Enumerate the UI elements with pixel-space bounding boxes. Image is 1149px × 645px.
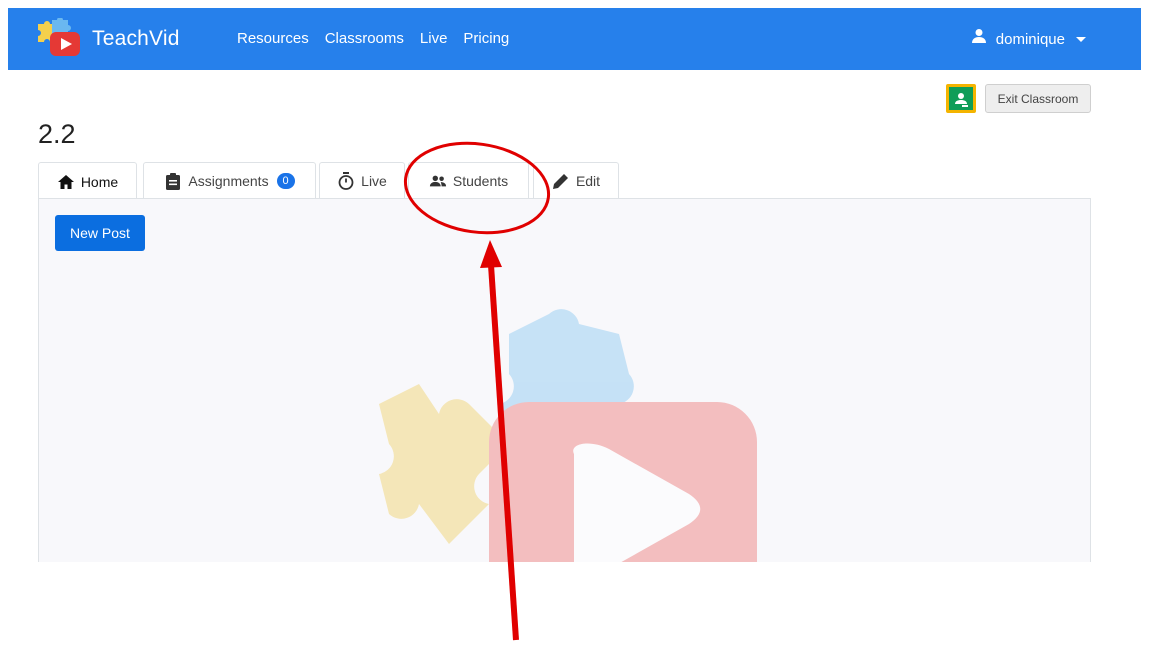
pencil-icon <box>552 172 570 190</box>
exit-classroom-button[interactable]: Exit Classroom <box>985 84 1091 113</box>
tab-label: Edit <box>575 173 601 189</box>
nav-live[interactable]: Live <box>420 28 448 50</box>
stopwatch-icon <box>337 172 355 190</box>
home-feed-panel: New Post <box>38 198 1091 562</box>
user-icon <box>971 28 987 51</box>
tab-students[interactable]: Students <box>408 162 529 199</box>
google-classroom-icon[interactable] <box>946 84 976 113</box>
tab-assignments[interactable]: Assignments 0 <box>143 162 316 199</box>
home-icon <box>57 173 75 191</box>
tab-label: Students <box>452 173 509 189</box>
tab-edit[interactable]: Edit <box>533 162 619 199</box>
tab-home[interactable]: Home <box>38 162 137 200</box>
tab-label: Assignments <box>188 173 269 189</box>
teachvid-watermark-logo <box>369 294 769 562</box>
nav-pricing[interactable]: Pricing <box>463 28 509 50</box>
new-post-button[interactable]: New Post <box>55 215 145 251</box>
page-title: 2.2 <box>38 119 76 149</box>
nav-resources[interactable]: Resources <box>237 28 309 50</box>
top-navbar: TeachVid Resources Classrooms Live Prici… <box>8 8 1141 70</box>
tab-live[interactable]: Live <box>319 162 405 199</box>
clipboard-icon <box>164 172 182 190</box>
brand-link[interactable]: TeachVid <box>32 17 180 60</box>
user-menu[interactable]: dominique <box>971 28 1086 51</box>
nav-classrooms[interactable]: Classrooms <box>325 28 404 50</box>
user-name: dominique <box>995 30 1065 48</box>
tab-label: Home <box>80 173 119 190</box>
assignments-count-badge: 0 <box>276 173 295 189</box>
teachvid-logo-icon <box>32 17 88 60</box>
chevron-down-icon <box>1076 37 1086 42</box>
users-icon <box>429 172 447 190</box>
main-nav: Resources Classrooms Live Pricing <box>237 28 525 50</box>
tab-label: Live <box>361 173 387 189</box>
brand-name: TeachVid <box>92 27 180 50</box>
